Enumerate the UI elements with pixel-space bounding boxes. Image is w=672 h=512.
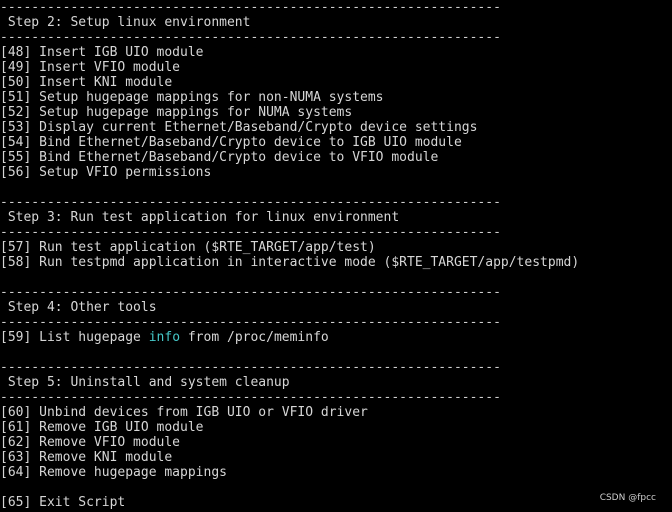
separator-line: ----------------------------------------… <box>0 315 501 330</box>
menu-option: [51] Setup hugepage mappings for non-NUM… <box>0 90 384 105</box>
menu-option: [57] Run test application ($RTE_TARGET/a… <box>0 240 376 255</box>
menu-option: [55] Bind Ethernet/Baseband/Crypto devic… <box>0 150 439 165</box>
menu-option: [59] List hugepage info from /proc/memin… <box>0 330 672 345</box>
menu-option: [63] Remove KNI module <box>0 450 173 465</box>
menu-option: [62] Remove VFIO module <box>0 435 181 450</box>
menu-option: [60] Unbind devices from IGB UIO or VFIO… <box>0 405 368 420</box>
highlighted-keyword: info <box>148 330 181 345</box>
menu-option: [56] Setup VFIO permissions <box>0 165 212 180</box>
separator-line: ----------------------------------------… <box>0 225 501 240</box>
menu-option: [52] Setup hugepage mappings for NUMA sy… <box>0 105 353 120</box>
menu-option: [49] Insert VFIO module <box>0 60 181 75</box>
menu-option: [50] Insert KNI module <box>0 75 173 90</box>
menu-option: [58] Run testpmd application in interact… <box>0 255 580 270</box>
menu-option: [53] Display current Ethernet/Baseband/C… <box>0 120 478 135</box>
separator-line: ----------------------------------------… <box>0 285 501 300</box>
menu-option-text: from /proc/meminfo <box>180 330 329 345</box>
menu-option: [64] Remove hugepage mappings <box>0 465 227 480</box>
separator-line: ----------------------------------------… <box>0 360 501 375</box>
terminal-window[interactable]: ----------------------------------------… <box>0 0 672 512</box>
separator-line: ----------------------------------------… <box>0 0 501 15</box>
menu-option: [61] Remove IGB UIO module <box>0 420 204 435</box>
step-heading: Step 5: Uninstall and system cleanup <box>0 375 290 390</box>
menu-option-text: [59] List hugepage <box>0 330 149 345</box>
separator-line: ----------------------------------------… <box>0 30 501 45</box>
step-heading: Step 3: Run test application for linux e… <box>0 210 400 225</box>
separator-line: ----------------------------------------… <box>0 195 501 210</box>
step-heading: Step 4: Other tools <box>0 300 157 315</box>
watermark-text: CSDN @fpcc <box>599 493 656 503</box>
menu-option: [54] Bind Ethernet/Baseband/Crypto devic… <box>0 135 462 150</box>
menu-option: [65] Exit Script <box>0 495 126 510</box>
menu-option: [48] Insert IGB UIO module <box>0 45 204 60</box>
step-heading: Step 2: Setup linux environment <box>0 15 251 30</box>
separator-line: ----------------------------------------… <box>0 390 501 405</box>
